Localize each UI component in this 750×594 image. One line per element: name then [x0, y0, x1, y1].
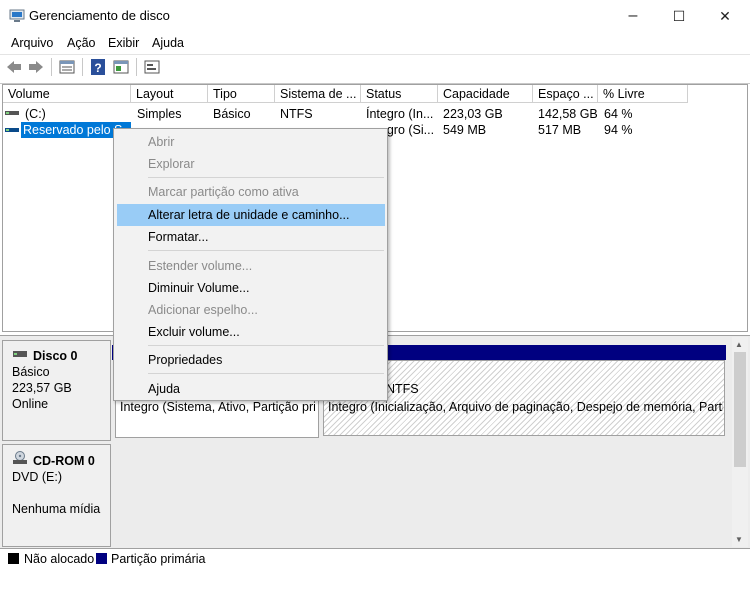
legend-swatch-unallocated — [8, 553, 19, 564]
partition-fs: NTFS — [386, 382, 419, 396]
close-button[interactable]: ✕ — [702, 0, 748, 32]
scrollbar-thumb[interactable] — [734, 352, 746, 467]
disk-0-state: Online — [12, 397, 49, 411]
scroll-down-icon[interactable]: ▼ — [735, 535, 743, 544]
ctx-separator — [148, 177, 384, 178]
ctx-item-ajuda[interactable]: Ajuda — [148, 378, 386, 400]
table-cell-pct: 64 % — [604, 107, 633, 121]
maximize-button[interactable]: ☐ — [656, 0, 702, 32]
column-header-pct-livre[interactable]: % Livre — [598, 85, 688, 103]
table-cell-status-visible: Íntegro (Si... — [388, 123, 435, 137]
menu-ajuda[interactable]: Ajuda — [152, 36, 184, 50]
cdrom-0-state: Nenhuma mídia — [12, 502, 101, 516]
ctx-separator — [148, 373, 384, 374]
hard-disk-icon — [13, 351, 27, 357]
scroll-up-icon[interactable]: ▲ — [735, 340, 743, 349]
toolbar-separator — [51, 58, 52, 76]
ctx-item-estender[interactable]: Estender volume... — [148, 255, 386, 277]
table-cell-pct: 94 % — [604, 123, 633, 137]
back-arrow-icon[interactable] — [5, 58, 23, 76]
ctx-separator — [148, 345, 384, 346]
show-hide-icon[interactable] — [143, 58, 161, 76]
table-cell-espaco: 517 MB — [538, 123, 582, 137]
column-header-tipo[interactable]: Tipo — [208, 85, 275, 103]
ctx-separator — [148, 250, 384, 251]
svg-text:?: ? — [94, 61, 101, 75]
toolbar-separator — [136, 58, 137, 76]
disk-0-size: 223,57 GB — [12, 381, 72, 395]
menu-arquivo[interactable]: Arquivo — [11, 36, 53, 50]
table-cell-capacidade: 549 MB — [443, 123, 487, 137]
disk-management-app-icon — [9, 9, 25, 22]
table-cell-tipo: Básico — [213, 107, 251, 121]
ctx-item-propriedades[interactable]: Propriedades — [148, 349, 386, 371]
partition-status: Íntegro (Inicialização, Arquivo de pagin… — [328, 400, 723, 414]
disk-0-name: Disco 0 — [33, 349, 78, 363]
ctx-item-explorar[interactable]: Explorar — [148, 153, 386, 175]
ctx-item-formatar[interactable]: Formatar... — [148, 226, 386, 248]
cdrom-icon — [13, 451, 27, 464]
context-menu: Abrir Explorar Marcar partição como ativ… — [113, 128, 388, 401]
menu-acao[interactable]: Ação — [67, 36, 96, 50]
cdrom-0-type: DVD (E:) — [12, 470, 62, 484]
cdrom-0-name: CD-ROM 0 — [33, 454, 95, 468]
table-cell-capacidade: 223,03 GB — [443, 107, 503, 121]
disk-0-type: Básico — [12, 365, 50, 379]
window-title: Gerenciamento de disco — [29, 8, 170, 23]
partition-status: Íntegro (Sistema, Ativo, Partição prin — [120, 400, 315, 414]
forward-arrow-icon[interactable] — [27, 58, 45, 76]
column-header-volume[interactable]: Volume — [3, 85, 131, 103]
properties-icon[interactable] — [58, 58, 76, 76]
ctx-item-espelho[interactable]: Adicionar espelho... — [148, 299, 386, 321]
column-header-capacidade[interactable]: Capacidade — [438, 85, 533, 103]
column-header-layout[interactable]: Layout — [131, 85, 208, 103]
table-cell-status: Íntegro (In... — [366, 107, 434, 121]
ctx-item-marcar-ativa[interactable]: Marcar partição como ativa — [148, 181, 386, 203]
column-header-sistema[interactable]: Sistema de ... — [275, 85, 361, 103]
column-header-espaco[interactable]: Espaço ... — [533, 85, 598, 103]
table-cell-layout: Simples — [137, 107, 182, 121]
ctx-item-diminuir[interactable]: Diminuir Volume... — [148, 277, 386, 299]
ctx-item-excluir[interactable]: Excluir volume... — [148, 321, 386, 343]
table-cell-volume[interactable]: (C:) — [25, 106, 46, 122]
minimize-button[interactable]: – — [610, 0, 656, 32]
ctx-item-abrir[interactable]: Abrir — [148, 131, 386, 153]
table-cell-fs: NTFS — [280, 107, 313, 121]
column-header-status[interactable]: Status — [361, 85, 438, 103]
volume-drive-icon — [5, 124, 19, 134]
console-icon[interactable] — [112, 58, 130, 76]
ctx-item-alterar-letra[interactable]: Alterar letra de unidade e caminho... — [117, 204, 385, 226]
menu-exibir[interactable]: Exibir — [108, 36, 139, 50]
legend-label-unallocated: Não alocado — [24, 552, 95, 566]
legend-swatch-primary — [96, 553, 107, 564]
volume-drive-icon — [5, 107, 19, 117]
legend-label-primary: Partição primária — [111, 552, 206, 566]
help-icon[interactable]: ? — [90, 58, 106, 76]
table-cell-espaco: 142,58 GB — [538, 107, 598, 121]
toolbar-separator — [82, 58, 83, 76]
